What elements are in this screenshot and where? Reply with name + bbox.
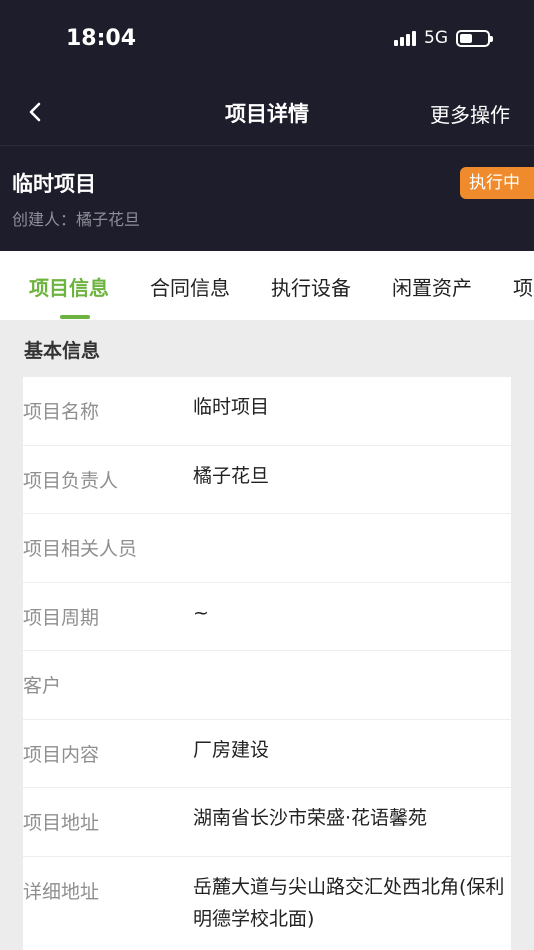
project-creator: 创建人： 橘子花旦 xyxy=(12,206,140,230)
back-button[interactable] xyxy=(22,98,50,126)
info-value: 厂房建设 xyxy=(193,738,270,761)
network-label: 5G xyxy=(424,28,448,48)
status-bar: 18:04 5G xyxy=(0,0,534,80)
info-label: 客户 xyxy=(23,675,62,697)
status-indicators: 5G xyxy=(394,28,493,48)
info-value: 橘子花旦 xyxy=(193,464,270,487)
battery-level xyxy=(460,33,472,43)
info-row-project-name: 项目名称 临时项目 xyxy=(23,377,511,446)
tab-bar: 项目信息 合同信息 执行设备 闲置资产 项 xyxy=(0,251,534,320)
active-tab-indicator xyxy=(60,315,90,319)
battery-icon xyxy=(456,29,493,47)
tab-more[interactable]: 项 xyxy=(513,272,533,301)
info-value: ~ xyxy=(193,601,209,624)
info-label: 项目负责人 xyxy=(23,469,119,492)
info-value: 临时项目 xyxy=(193,396,270,418)
signal-icon xyxy=(394,30,416,46)
section-title: 基本信息 xyxy=(24,340,101,362)
project-header: 临时项目 创建人： 橘子花旦 执行中 xyxy=(0,146,534,251)
tab-equipment[interactable]: 执行设备 xyxy=(271,272,351,301)
info-label: 项目地址 xyxy=(23,812,100,834)
nav-bar: 项目详情 更多操作 xyxy=(0,80,534,146)
info-row-related-people: 项目相关人员 xyxy=(23,514,511,583)
info-card: 项目名称 临时项目 项目负责人 橘子花旦 项目相关人员 项目周期 ~ 客户 项目… xyxy=(23,377,511,950)
status-time: 18:04 xyxy=(66,26,137,51)
status-badge: 执行中 xyxy=(460,167,534,199)
tab-contract-info[interactable]: 合同信息 xyxy=(150,272,230,301)
tab-project-info[interactable]: 项目信息 xyxy=(29,272,109,301)
project-name: 临时项目 xyxy=(12,172,96,196)
info-row-customer: 客户 xyxy=(23,651,511,720)
creator-name: 橘子花旦 xyxy=(76,210,141,229)
tab-idle-assets[interactable]: 闲置资产 xyxy=(392,272,472,301)
info-label: 项目周期 xyxy=(23,606,100,629)
creator-label: 创建人： xyxy=(12,210,77,229)
info-row-detail-address: 详细地址 岳麓大道与尖山路交汇处西北角(保利明德学校北面) xyxy=(23,857,511,950)
info-row-project-period: 项目周期 ~ xyxy=(23,583,511,651)
chevron-left-icon xyxy=(29,102,41,122)
info-label: 项目名称 xyxy=(23,401,100,423)
info-value: 岳麓大道与尖山路交汇处西北角(保利明德学校北面) xyxy=(193,875,505,930)
info-label: 项目内容 xyxy=(23,743,100,766)
info-row-project-content: 项目内容 厂房建设 xyxy=(23,720,511,788)
info-label: 项目相关人员 xyxy=(23,538,138,560)
info-value: 湖南省长沙市荣盛·花语馨苑 xyxy=(193,807,428,829)
info-row-project-address: 项目地址 湖南省长沙市荣盛·花语馨苑 xyxy=(23,788,511,857)
info-row-project-owner: 项目负责人 橘子花旦 xyxy=(23,446,511,514)
info-label: 详细地址 xyxy=(23,880,100,903)
more-actions-button[interactable]: 更多操作 xyxy=(430,99,510,128)
